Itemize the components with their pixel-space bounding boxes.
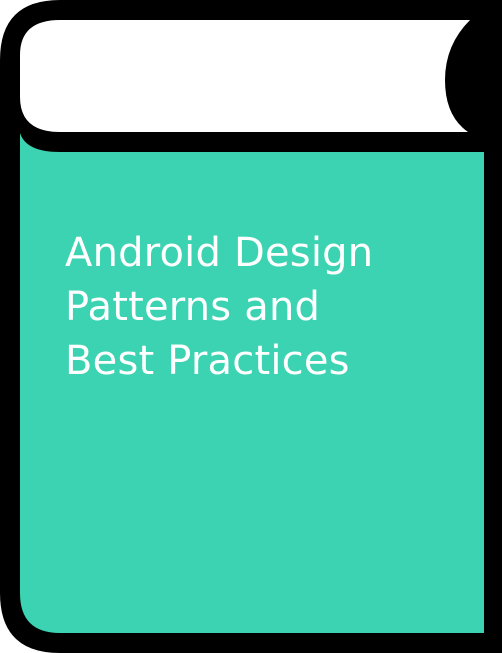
book-title-line-1: Android Design: [65, 230, 374, 276]
book-icon: Android Design Patterns and Best Practic…: [0, 0, 502, 653]
book-pages: [20, 20, 470, 132]
book-title-line-3: Best Practices: [65, 338, 350, 384]
book-title-line-2: Patterns and: [65, 284, 321, 330]
book-title: Android Design Patterns and Best Practic…: [65, 226, 465, 388]
